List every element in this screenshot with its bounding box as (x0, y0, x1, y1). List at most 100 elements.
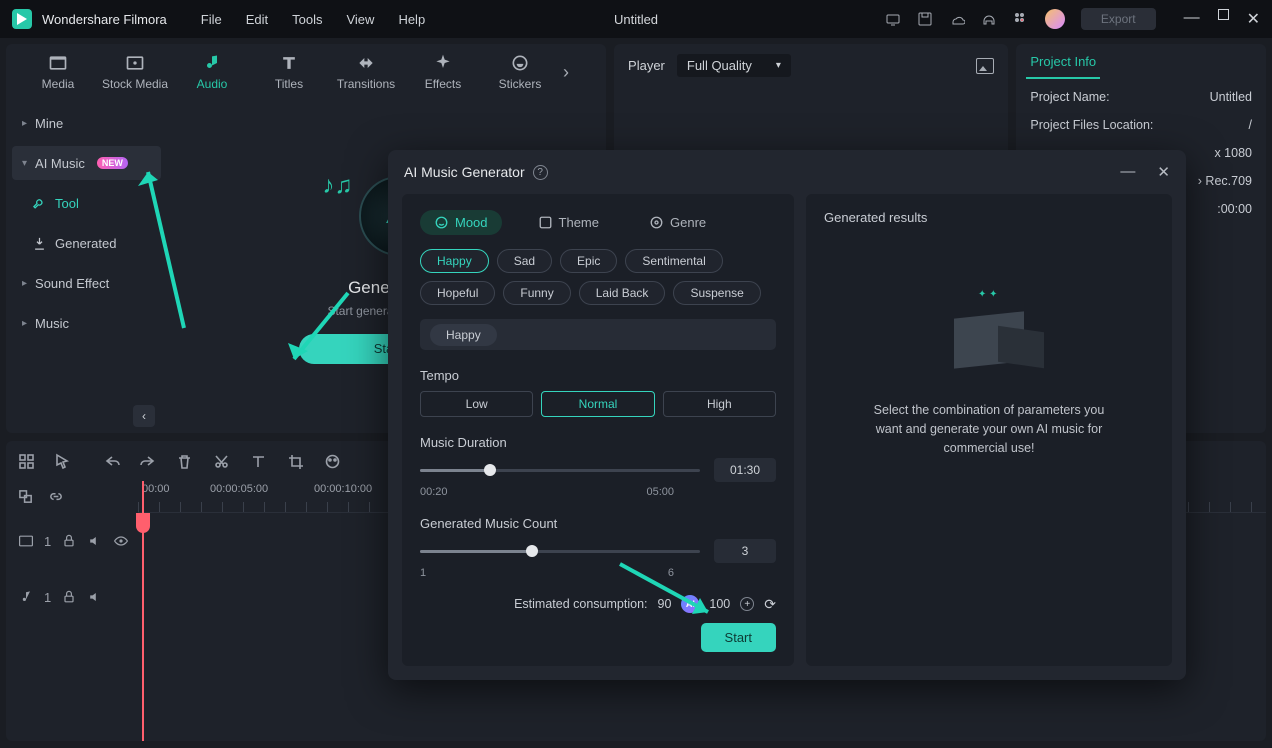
pointer-icon[interactable] (53, 453, 70, 470)
snapshot-icon[interactable] (976, 58, 994, 74)
tab-titles[interactable]: Titles (251, 46, 327, 98)
chip-happy[interactable]: Happy (420, 249, 489, 273)
eye-icon[interactable] (113, 533, 129, 549)
tab-theme[interactable]: Theme (524, 210, 613, 235)
dialog-title: AI Music Generator (404, 164, 525, 180)
minimize-icon[interactable]: — (1184, 9, 1200, 29)
layers-icon[interactable] (18, 489, 34, 505)
lock-icon[interactable] (61, 589, 77, 605)
tab-stickers[interactable]: Stickers (482, 46, 558, 98)
playhead[interactable] (142, 481, 144, 741)
tempo-normal[interactable]: Normal (541, 391, 654, 417)
quality-dropdown[interactable]: Full Quality▾ (677, 54, 791, 77)
new-badge: NEW (97, 157, 128, 169)
sidebar-item-sound-effect[interactable]: ▸Sound Effect (12, 266, 161, 300)
selected-mood-chip[interactable]: Happy (430, 324, 497, 346)
text-icon[interactable] (250, 453, 267, 470)
project-info-tab[interactable]: Project Info (1026, 46, 1100, 79)
app-logo (12, 9, 32, 29)
menu-file[interactable]: File (201, 12, 222, 27)
title-bar: Wondershare Filmora File Edit Tools View… (0, 0, 1272, 38)
video-track-header[interactable]: 1 (6, 513, 138, 569)
maximize-icon[interactable] (1218, 9, 1229, 20)
tab-mood[interactable]: Mood (420, 210, 502, 235)
link-icon[interactable] (48, 489, 64, 505)
audio-track-header[interactable]: 1 (6, 569, 138, 625)
tab-transitions[interactable]: Transitions (328, 46, 404, 98)
chip-suspense[interactable]: Suspense (673, 281, 760, 305)
help-icon[interactable]: ? (533, 165, 548, 180)
est-used: 90 (658, 597, 672, 611)
chip-sentimental[interactable]: Sentimental (625, 249, 722, 273)
tab-effects[interactable]: Effects (405, 46, 481, 98)
add-credits-icon[interactable]: + (740, 597, 754, 611)
sidebar-item-ai-music[interactable]: ▾AI MusicNEW (12, 146, 161, 180)
color-icon[interactable] (324, 453, 341, 470)
menu-edit[interactable]: Edit (246, 12, 268, 27)
close-icon[interactable]: ✕ (1247, 9, 1260, 29)
chevron-down-icon: ▾ (776, 60, 781, 71)
tempo-high[interactable]: High (663, 391, 776, 417)
count-slider[interactable] (420, 541, 700, 561)
pi-location-label: Project Files Location: (1030, 118, 1153, 132)
chip-sad[interactable]: Sad (497, 249, 552, 273)
mute-icon[interactable] (87, 589, 103, 605)
lock-icon[interactable] (61, 533, 77, 549)
headphones-icon[interactable] (981, 11, 997, 27)
collapse-sidebar-icon[interactable]: ‹ (133, 405, 155, 427)
mood-chips: Happy Sad Epic Sentimental (420, 249, 776, 273)
menu-tools[interactable]: Tools (292, 12, 322, 27)
save-icon[interactable] (917, 11, 933, 27)
export-button[interactable]: Export (1081, 8, 1156, 30)
apps-icon[interactable] (1013, 11, 1029, 27)
sidebar-item-mine[interactable]: ▸Mine (12, 106, 161, 140)
player-label: Player (628, 58, 665, 73)
pi-name-value: Untitled (1210, 90, 1252, 104)
chip-hopeful[interactable]: Hopeful (420, 281, 495, 305)
tab-genre[interactable]: Genre (635, 210, 720, 235)
selected-moods-box: Happy (420, 319, 776, 350)
audio-sidebar: ▸Mine ▾AI MusicNEW Tool Generated ▸Sound… (6, 100, 161, 433)
refresh-icon[interactable]: ⟳ (764, 596, 776, 613)
chip-epic[interactable]: Epic (560, 249, 617, 273)
sidebar-item-music[interactable]: ▸Music (12, 306, 161, 340)
mute-icon[interactable] (87, 533, 103, 549)
app-name: Wondershare Filmora (42, 12, 167, 27)
main-menu: File Edit Tools View Help (201, 12, 425, 27)
start-button[interactable]: Start (701, 623, 776, 652)
undo-icon[interactable] (104, 453, 121, 470)
device-icon[interactable] (885, 11, 901, 27)
results-title: Generated results (824, 210, 927, 225)
pi-name-label: Project Name: (1030, 90, 1109, 104)
tempo-low[interactable]: Low (420, 391, 533, 417)
avatar[interactable] (1045, 9, 1065, 29)
redo-icon[interactable] (139, 453, 156, 470)
chip-laidback[interactable]: Laid Back (579, 281, 666, 305)
tab-stock-media[interactable]: Stock Media (97, 46, 173, 98)
tab-media[interactable]: Media (20, 46, 96, 98)
count-label: Generated Music Count (420, 516, 776, 531)
sidebar-item-tool[interactable]: Tool (12, 186, 161, 220)
duration-value: 01:30 (714, 458, 776, 482)
duration-slider[interactable] (420, 460, 700, 480)
dialog-close-icon[interactable]: ✕ (1157, 163, 1170, 181)
sidebar-item-generated[interactable]: Generated (12, 226, 161, 260)
crop-icon[interactable] (287, 453, 304, 470)
media-tabs: Media Stock Media Audio Titles Transitio… (6, 44, 606, 100)
delete-icon[interactable] (176, 453, 193, 470)
empty-box-graphic: ✦ ✦ (934, 285, 1044, 375)
tab-audio[interactable]: Audio (174, 46, 250, 98)
generated-results: Generated results ✦ ✦ Select the combina… (806, 194, 1172, 666)
menu-help[interactable]: Help (398, 12, 425, 27)
tabs-more-icon[interactable]: › (563, 62, 569, 83)
document-title: Untitled (614, 12, 658, 27)
pi-location-value: / (1249, 118, 1252, 132)
grid-icon[interactable] (18, 453, 35, 470)
menu-view[interactable]: View (346, 12, 374, 27)
dialog-minimize-icon[interactable]: — (1120, 163, 1135, 181)
cloud-icon[interactable] (949, 11, 965, 27)
results-desc: Select the combination of parameters you… (874, 401, 1105, 457)
cut-icon[interactable] (213, 453, 230, 470)
tempo-label: Tempo (420, 368, 776, 383)
chip-funny[interactable]: Funny (503, 281, 570, 305)
